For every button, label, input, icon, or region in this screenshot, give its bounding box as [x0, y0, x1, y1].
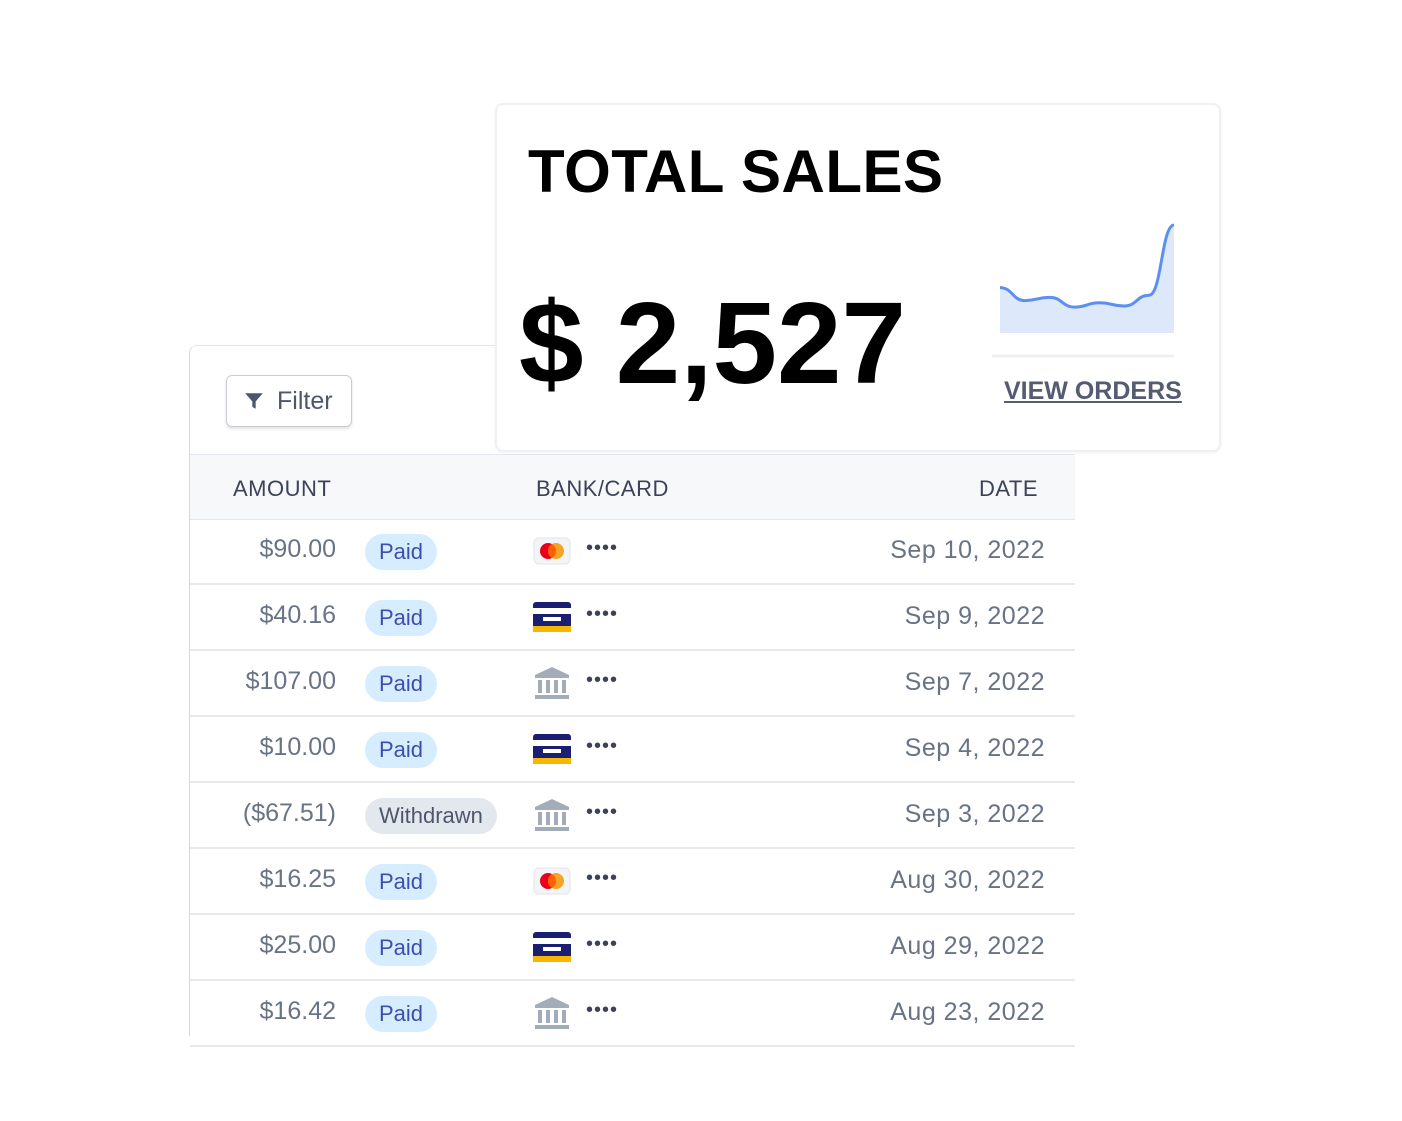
status-badge: Paid	[365, 864, 438, 900]
table-row[interactable]: $10.00 Paid •••• Sep 4, 2022	[190, 717, 1075, 783]
filter-button[interactable]: Filter	[226, 375, 352, 427]
table-row[interactable]: $25.00 Paid •••• Aug 29, 2022	[190, 915, 1075, 981]
masked-number: ••••	[586, 933, 619, 955]
status-badge: Paid	[365, 534, 438, 570]
masked-number: ••••	[586, 999, 619, 1021]
bank-icon	[532, 995, 572, 1031]
amount-value: $16.42	[259, 997, 336, 1025]
amount-value: $90.00	[259, 535, 336, 563]
column-header-date[interactable]: DATE	[979, 476, 1038, 502]
view-orders-link[interactable]: VIEW ORDERS	[1004, 377, 1182, 406]
status-badge: Paid	[365, 930, 438, 966]
card-icon	[532, 599, 572, 635]
status-badge: Paid	[365, 666, 438, 702]
mastercard-icon	[532, 863, 572, 899]
amount-value: $10.00	[259, 733, 336, 761]
date-value: Aug 30, 2022	[890, 866, 1045, 894]
filter-icon	[245, 393, 263, 409]
masked-number: ••••	[586, 537, 619, 559]
date-value: Aug 29, 2022	[890, 932, 1045, 960]
bank-icon	[532, 797, 572, 833]
total-sales-title: TOTAL SALES	[528, 138, 944, 205]
masked-number: ••••	[586, 603, 619, 625]
date-value: Sep 7, 2022	[904, 668, 1045, 696]
bank-icon	[532, 665, 572, 701]
table-row[interactable]: $90.00 Paid •••• Sep 10, 2022	[190, 519, 1075, 585]
status-badge: Paid	[365, 600, 438, 636]
date-value: Sep 4, 2022	[904, 734, 1045, 762]
status-badge: Paid	[365, 996, 438, 1032]
date-value: Aug 23, 2022	[890, 998, 1045, 1026]
amount-value: $40.16	[259, 601, 336, 629]
card-icon	[532, 929, 572, 965]
amount-value: $16.25	[259, 865, 336, 893]
masked-number: ••••	[586, 735, 619, 757]
table-row[interactable]: $107.00 Paid •••• Sep 7, 2022	[190, 651, 1075, 717]
column-header-bank-card[interactable]: BANK/CARD	[536, 476, 669, 502]
status-badge: Paid	[365, 732, 438, 768]
status-badge: Withdrawn	[365, 798, 497, 834]
table-row[interactable]: ($67.51) Withdrawn •••• Sep 3, 2022	[190, 783, 1075, 849]
date-value: Sep 9, 2022	[904, 602, 1045, 630]
card-icon	[532, 731, 572, 767]
amount-value: $107.00	[245, 667, 336, 695]
table-header: AMOUNT BANK/CARD DATE	[190, 454, 1075, 520]
column-header-amount[interactable]: AMOUNT	[233, 476, 331, 502]
table-row[interactable]: $16.42 Paid •••• Aug 23, 2022	[190, 981, 1075, 1047]
amount-value: $25.00	[259, 931, 336, 959]
table-body: $90.00 Paid •••• Sep 10, 2022 $40.16 Paid ••••…	[190, 519, 1075, 1047]
total-sales-value: $ 2,527	[519, 278, 907, 408]
sparkline-area	[1000, 225, 1174, 333]
date-value: Sep 10, 2022	[890, 536, 1045, 564]
masked-number: ••••	[586, 867, 619, 889]
sparkline-line	[999, 223, 1175, 309]
table-row[interactable]: $40.16 Paid •••• Sep 9, 2022	[190, 585, 1075, 651]
masked-number: ••••	[586, 669, 619, 691]
sales-sparkline	[992, 223, 1175, 358]
masked-number: ••••	[586, 801, 619, 823]
table-row[interactable]: $16.25 Paid •••• Aug 30, 2022	[190, 849, 1075, 915]
mastercard-icon	[532, 533, 572, 569]
total-sales-card: TOTAL SALES $ 2,527 VIEW ORDERS	[495, 103, 1221, 452]
amount-value: ($67.51)	[242, 799, 336, 827]
date-value: Sep 3, 2022	[904, 800, 1045, 828]
filter-label: Filter	[277, 386, 333, 415]
